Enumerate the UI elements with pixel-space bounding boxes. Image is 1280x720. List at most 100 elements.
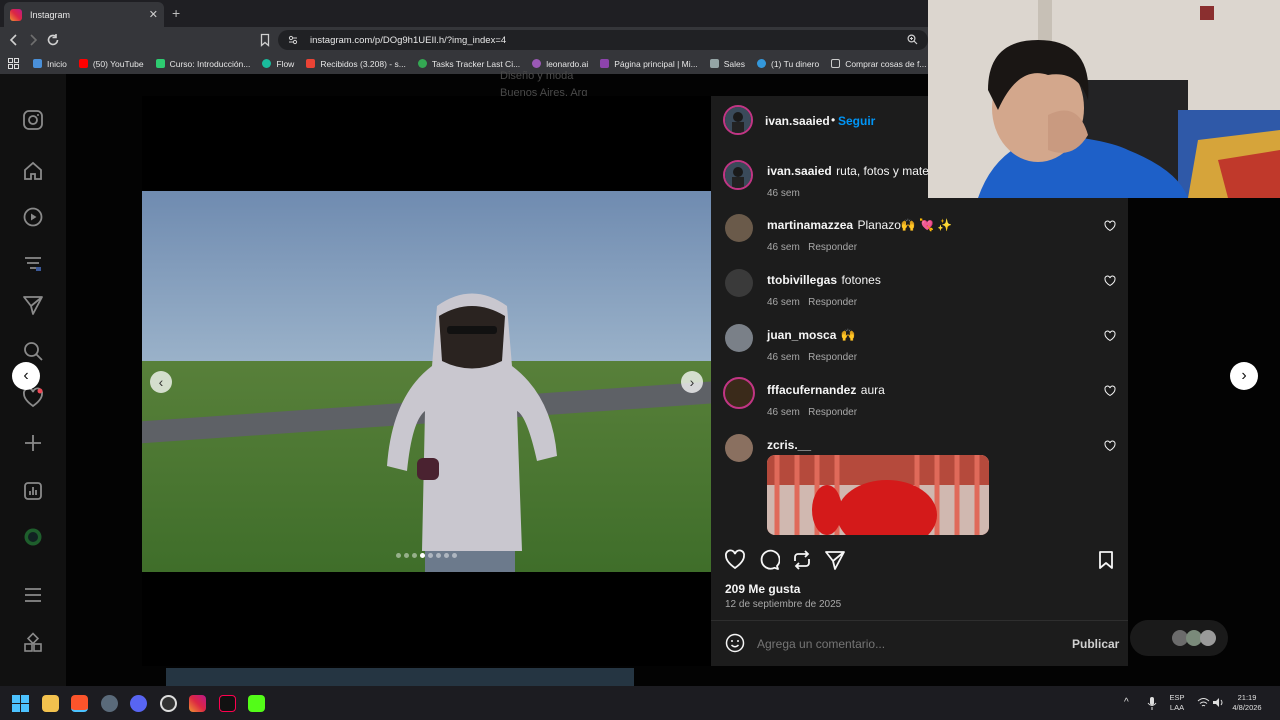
- post-date: 12 de septiembre de 2025: [725, 599, 842, 610]
- author-avatar[interactable]: [723, 105, 753, 135]
- comment-item: martinamazzea Planazo🙌 💘 ✨ 46 sem Respon…: [767, 216, 1097, 253]
- brave-browser-icon[interactable]: [71, 695, 88, 712]
- wifi-icon[interactable]: [1197, 697, 1210, 708]
- instagram-app-icon[interactable]: [189, 695, 206, 712]
- like-heart-icon[interactable]: [724, 549, 746, 571]
- likes-count[interactable]: 209 Me gusta: [725, 582, 800, 596]
- tray-chevron-icon[interactable]: ^: [1124, 698, 1129, 708]
- tab-close-icon[interactable]: ✕: [149, 8, 158, 21]
- reply-button[interactable]: Responder: [808, 352, 857, 363]
- volume-icon[interactable]: [1212, 697, 1225, 708]
- zoom-icon[interactable]: [907, 34, 918, 45]
- comment-input[interactable]: [757, 634, 1057, 654]
- caption-username[interactable]: ivan.saaied: [767, 164, 832, 178]
- bookmark-item[interactable]: (50) YouTube: [78, 59, 144, 69]
- bookmark-item[interactable]: Sales: [709, 59, 745, 69]
- search-icon[interactable]: [22, 340, 44, 362]
- back-icon[interactable]: [6, 32, 22, 48]
- share-send-icon[interactable]: [824, 549, 846, 571]
- comment-bubble-icon[interactable]: [758, 549, 780, 571]
- bookmark-item[interactable]: (1) Tu dinero: [756, 59, 819, 69]
- comment-time: 46 sem: [767, 352, 800, 363]
- more-menu-icon[interactable]: [22, 584, 44, 606]
- reply-button[interactable]: Responder: [808, 407, 857, 418]
- comment-avatar[interactable]: [723, 377, 755, 409]
- bookmark-page-icon[interactable]: [257, 32, 273, 48]
- reply-button[interactable]: Responder: [808, 242, 857, 253]
- bookmark-item[interactable]: Inicio: [33, 59, 67, 69]
- repost-icon[interactable]: [791, 549, 813, 571]
- comment-username[interactable]: fffacufernandez: [767, 383, 856, 397]
- feed-filter-icon[interactable]: [22, 252, 44, 274]
- post-photo: [142, 191, 711, 572]
- previous-post-button[interactable]: ‹: [12, 362, 40, 390]
- direct-messages-icon[interactable]: [22, 294, 44, 316]
- comment-like-heart-icon[interactable]: [1104, 440, 1116, 452]
- comment-gif[interactable]: [767, 455, 989, 535]
- author-username[interactable]: ivan.saaied: [765, 114, 830, 128]
- comment-like-heart-icon[interactable]: [1104, 275, 1116, 287]
- comment-time: 46 sem: [767, 242, 800, 253]
- browser-tab-instagram[interactable]: Instagram ✕: [4, 2, 164, 27]
- url-text: instagram.com/p/DOg9h1UEIl.h/?img_index=…: [310, 34, 507, 46]
- emoji-icon[interactable]: [725, 633, 745, 653]
- also-from-meta-icon[interactable]: [22, 632, 44, 654]
- comment-like-heart-icon[interactable]: [1104, 330, 1116, 342]
- windows-start-icon[interactable]: [12, 695, 29, 712]
- carousel-next-button[interactable]: ›: [681, 371, 703, 393]
- caption-author-avatar[interactable]: [723, 160, 753, 190]
- carousel-prev-button[interactable]: ‹: [150, 371, 172, 393]
- language-indicator[interactable]: ESP LAA: [1166, 693, 1188, 713]
- reels-icon[interactable]: [22, 206, 44, 228]
- comment-username[interactable]: juan_mosca: [767, 328, 836, 342]
- notifications-heart-icon[interactable]: [22, 387, 44, 409]
- comment-time: 46 sem: [767, 407, 800, 418]
- comment-text: 🙌: [840, 328, 856, 342]
- forward-icon[interactable]: [25, 32, 41, 48]
- settings-gear-icon[interactable]: [101, 695, 118, 712]
- bookmark-item[interactable]: Tasks Tracker Last Ci...: [417, 59, 520, 69]
- reply-button[interactable]: Responder: [808, 297, 857, 308]
- bookmark-item[interactable]: Página principal | Mi...: [600, 59, 698, 69]
- comment-username[interactable]: martinamazzea: [767, 218, 853, 232]
- background-messages-pill[interactable]: [1130, 620, 1228, 656]
- new-tab-icon[interactable]: +: [172, 5, 180, 21]
- tiktok-icon[interactable]: [219, 695, 236, 712]
- carousel-dot: [396, 553, 401, 558]
- create-plus-icon[interactable]: [22, 432, 44, 454]
- comment-avatar[interactable]: [725, 434, 753, 462]
- comment-username[interactable]: zcris.__: [767, 438, 811, 452]
- comment-avatar[interactable]: [725, 324, 753, 352]
- photo-person-hoodie: [387, 293, 557, 572]
- bookmark-item[interactable]: leonardo.ai: [532, 59, 588, 69]
- next-post-button[interactable]: ›: [1230, 362, 1258, 390]
- discord-icon[interactable]: [130, 695, 147, 712]
- comment-username[interactable]: ttobivillegas: [767, 273, 837, 287]
- youtube-icon: [78, 59, 88, 68]
- microphone-icon[interactable]: [1147, 697, 1157, 710]
- apps-grid-icon[interactable]: [8, 58, 19, 69]
- instagram-logo-icon[interactable]: [22, 109, 44, 131]
- bookmark-item[interactable]: Flow: [262, 59, 294, 69]
- follow-button[interactable]: Seguir: [838, 114, 875, 128]
- save-bookmark-icon[interactable]: [1095, 549, 1117, 571]
- comment-like-heart-icon[interactable]: [1104, 220, 1116, 232]
- profile-avatar-icon[interactable]: [22, 526, 44, 548]
- home-icon[interactable]: [22, 160, 44, 182]
- bookmark-folder[interactable]: Comprar cosas de f...: [831, 59, 926, 69]
- clock[interactable]: 21:19 4/8/2026: [1230, 693, 1264, 713]
- reload-icon[interactable]: [45, 32, 61, 48]
- file-explorer-icon[interactable]: [42, 695, 59, 712]
- publish-button[interactable]: Publicar: [1072, 637, 1119, 651]
- obs-icon[interactable]: [160, 695, 177, 712]
- background-profile-line1: Diseño y moda: [500, 70, 574, 82]
- insights-icon[interactable]: [22, 480, 44, 502]
- comment-avatar[interactable]: [725, 269, 753, 297]
- bookmark-item[interactable]: Curso: Introducción...: [155, 59, 250, 69]
- comment-like-heart-icon[interactable]: [1104, 385, 1116, 397]
- site-info-icon[interactable]: [288, 35, 298, 45]
- address-bar[interactable]: instagram.com/p/DOg9h1UEIl.h/?img_index=…: [278, 30, 928, 50]
- bookmark-item[interactable]: Recibidos (3.208) - s...: [306, 59, 406, 69]
- kick-icon[interactable]: [248, 695, 265, 712]
- comment-avatar[interactable]: [725, 214, 753, 242]
